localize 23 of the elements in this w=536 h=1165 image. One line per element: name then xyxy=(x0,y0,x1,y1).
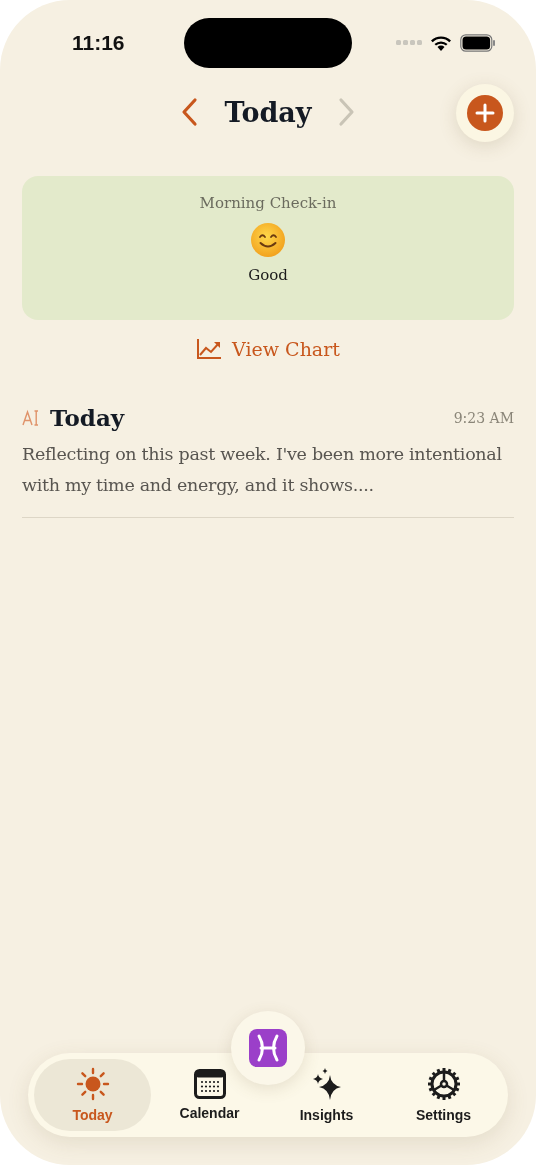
signal-icon xyxy=(396,40,422,46)
plus-icon xyxy=(467,95,503,131)
line-chart-icon xyxy=(196,338,223,360)
pisces-icon xyxy=(249,1029,287,1067)
tab[interactable]: Insights xyxy=(268,1059,385,1131)
entry-time: 9:23 AM xyxy=(453,409,514,426)
entry-preview: Reflecting on this past week. I've been more intentional with my time and energy, and it shows.... xyxy=(22,443,503,497)
page-title: Today xyxy=(224,96,312,128)
entry-title: Today xyxy=(50,404,125,431)
tab[interactable]: Today xyxy=(34,1059,151,1131)
calendar-icon xyxy=(193,1069,226,1099)
wifi-icon xyxy=(430,35,452,51)
status-time: 11:16 xyxy=(72,31,125,55)
sun-icon xyxy=(75,1067,110,1101)
view-chart-link[interactable]: View Chart xyxy=(196,338,340,360)
settings-icon xyxy=(426,1067,461,1101)
mood-label: Good xyxy=(248,266,288,284)
battery-icon xyxy=(460,34,496,52)
smiling-face-icon xyxy=(250,222,286,258)
journal-entry[interactable]: Today 9:23 AM Reflecting on this past week. I've been more intentional with my time and energy, and it shows.... xyxy=(22,404,514,518)
tab[interactable]: Settings xyxy=(385,1059,502,1131)
check-in-title: Morning Check-in xyxy=(199,194,337,212)
tab[interactable]: Calendar xyxy=(151,1059,268,1131)
